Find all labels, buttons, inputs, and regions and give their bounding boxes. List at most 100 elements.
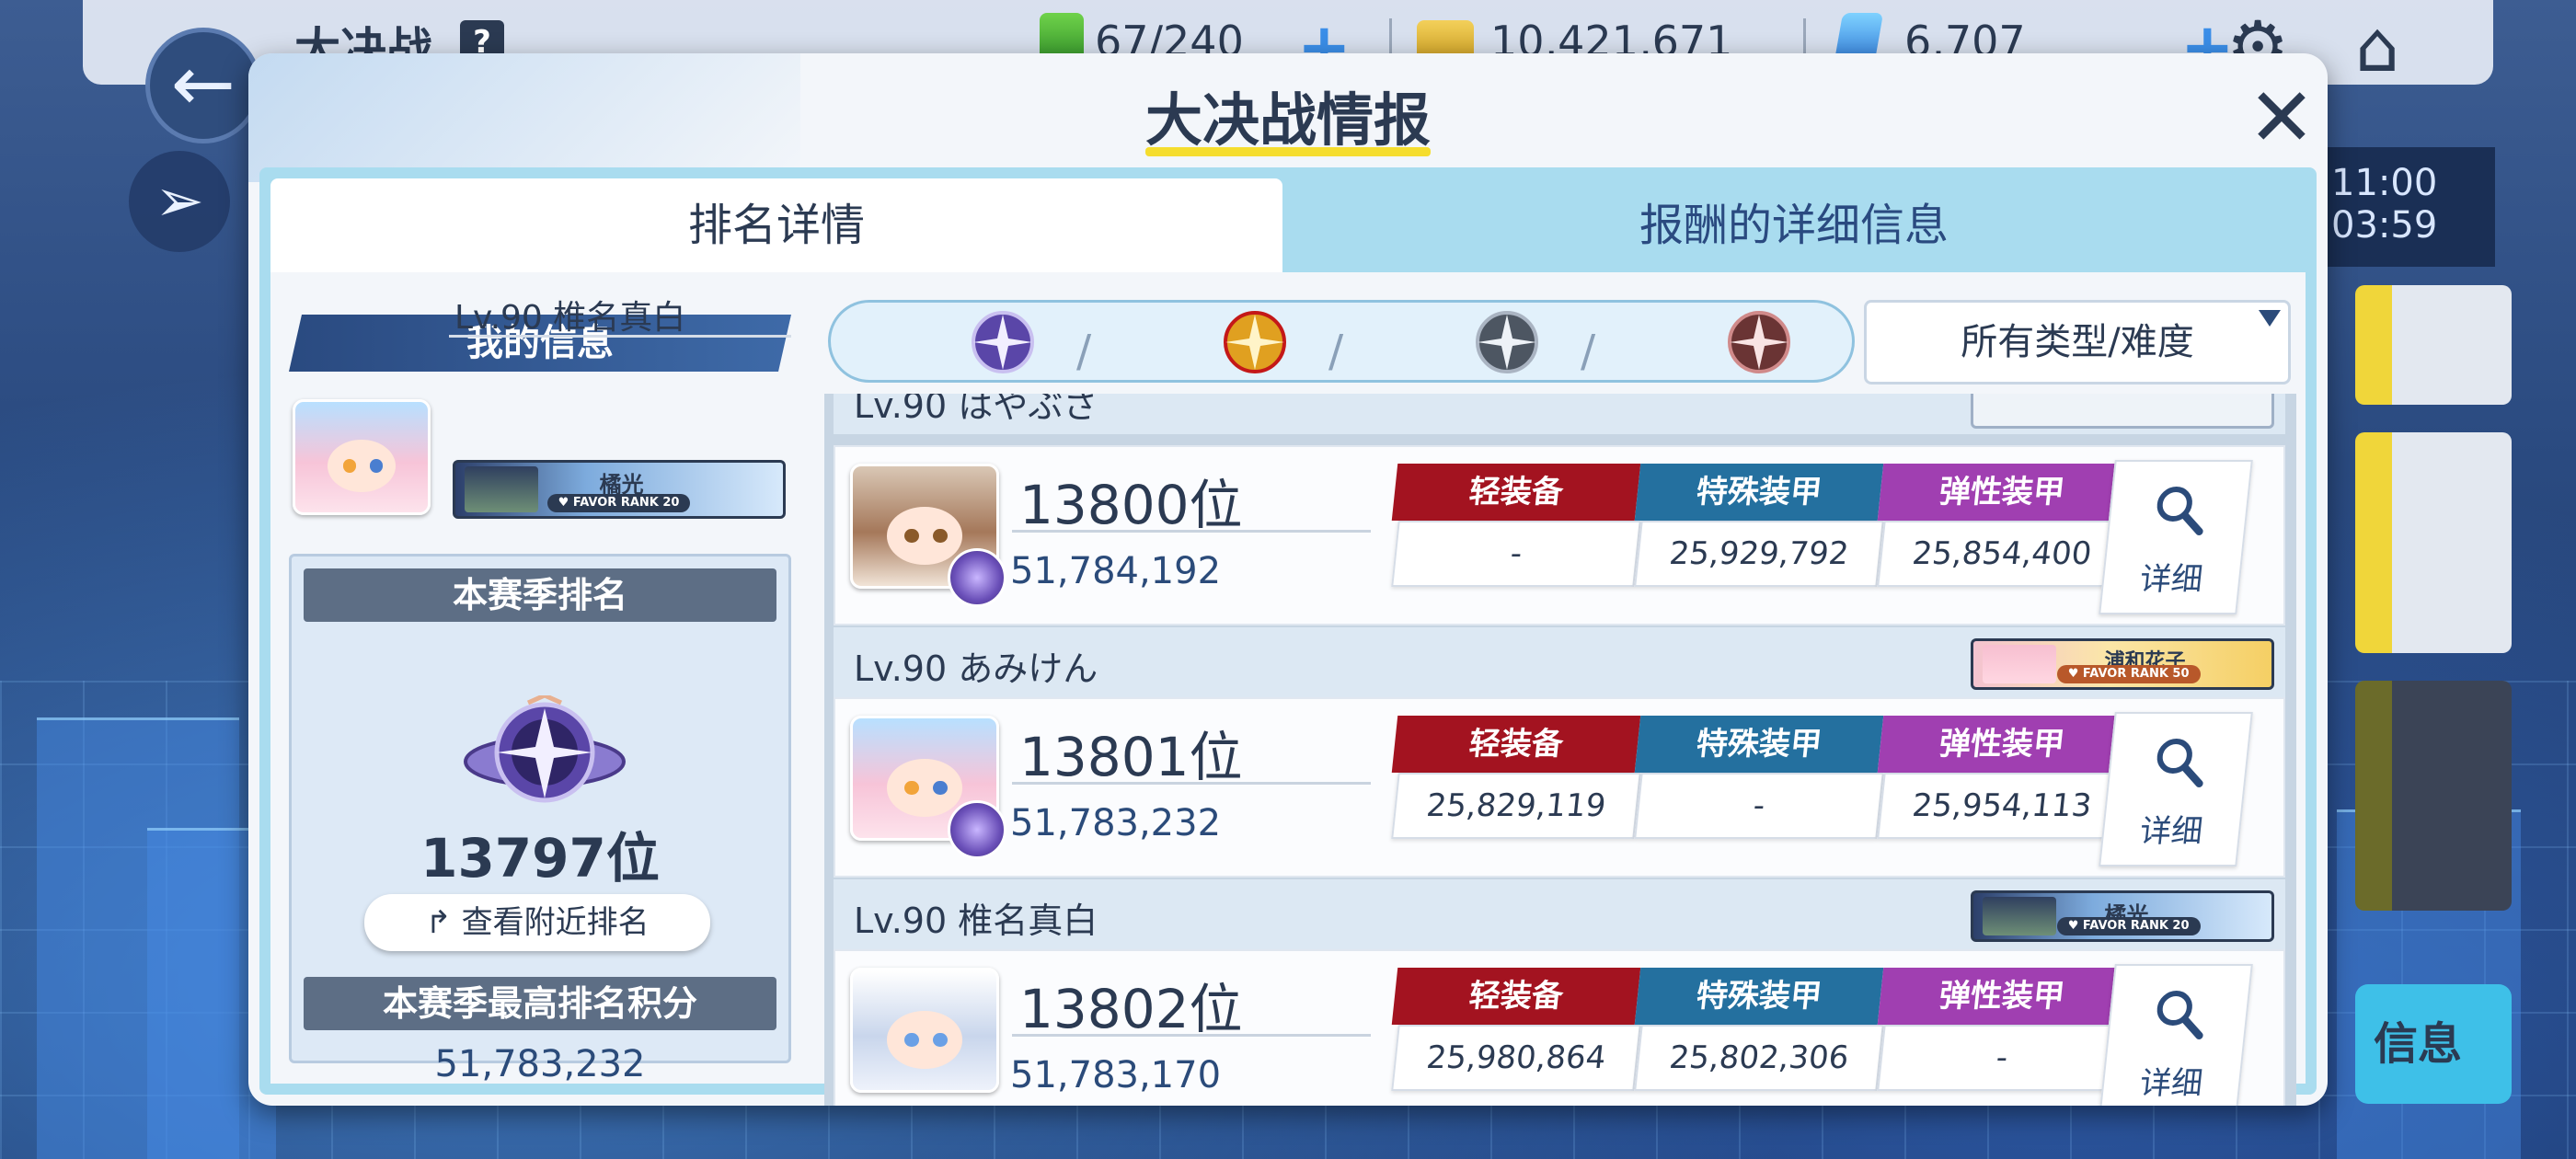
silver-tier-filter[interactable] [1463,307,1551,377]
special-armor-score: 25,802,306 [1634,1025,1884,1091]
background-info-label: 信息 [2374,1018,2463,1070]
player-level-name: Lv.90 あみけん [854,648,1098,689]
my-avatar [293,399,431,515]
avatar-eye [369,459,384,473]
support-student-portrait [1983,897,2056,935]
home-icon[interactable]: ⌂ [2355,6,2399,87]
avatar-eye [933,1032,948,1048]
elastic-armor-column: 弹性装甲 - [1877,968,2127,1091]
support-student-card: 浦和花子 ♥ FAVOR RANK 50 [1971,638,2274,690]
player-name-strip: Lv.90 はやぶさ [834,394,2285,434]
light-armor-score: 25,980,864 [1391,1025,1641,1091]
elastic-armor-column: 弹性装甲 25,954,113 [1877,716,2127,839]
elastic-armor-label: 弹性装甲 [1877,716,2127,773]
gold-tier-filter[interactable] [1211,307,1299,377]
total-score: 51,783,232 [1010,802,1222,844]
avatar-eye [904,1032,919,1048]
light-armor-column: 轻装备 25,829,119 [1391,716,1641,839]
background-info-button[interactable]: 信息 [2355,984,2512,1104]
total-score: 51,784,192 [1010,550,1222,592]
raid-info-modal: 大决战情报 ✕ 排名详情 报酬的详细信息 我的信息 Lv.90 椎名真白 橘光 … [248,53,2328,1106]
special-armor-score: - [1634,773,1884,839]
avatar-face [887,507,962,565]
close-button[interactable]: ✕ [2236,72,2328,164]
filter-separator: / [1581,326,1596,377]
platinum-badge-icon [948,548,1006,607]
support-student-portrait [1983,645,2056,683]
support-student-portrait [465,466,538,512]
filter-separator: / [1328,326,1344,377]
avatar-eye [933,528,948,544]
player-name-strip: Lv.90 あみけん 浦和花子 ♥ FAVOR RANK 50 [834,627,2285,697]
light-armor-label: 轻装备 [1391,716,1641,773]
bronze-tier-filter[interactable] [1715,307,1803,377]
tab-ranking-details[interactable]: 排名详情 [270,178,1282,272]
support-student-card [1971,394,2274,429]
player-avatar [850,968,999,1093]
ranking-list[interactable]: Lv.90 はやぶさ 13800位 51,784,192 轻装备 - 特殊装甲 … [824,394,2296,1106]
detail-label: 详细 [2138,813,2205,850]
total-score: 51,783,170 [1010,1054,1222,1096]
paper-plane-icon: ➢ [155,167,204,235]
divider [1012,1034,1371,1037]
avatar-eye [933,780,948,796]
type-difficulty-dropdown[interactable]: 所有类型/难度 [1864,300,2291,384]
platinum-tier-filter[interactable] [959,307,1047,377]
elastic-armor-score: - [1877,1025,2127,1091]
elastic-armor-column: 弹性装甲 25,854,400 [1877,464,2127,587]
share-arrow-icon: ↱ [425,904,462,941]
avatar-face [887,1011,962,1069]
platinum-emblem-icon [464,695,626,803]
player-level-name: Lv.90 はやぶさ [854,394,1098,426]
rank-number: 13800位 [1019,474,1243,536]
favor-rank-badge: ♥ FAVOR RANK 50 [2056,665,2201,683]
favor-rank-badge: ♥ FAVOR RANK 20 [2056,917,2201,935]
ranking-entry: 13801位 51,783,232 轻装备 25,829,119 特殊装甲 - … [834,697,2285,878]
avatar-face [887,759,962,817]
rank-number: 13801位 [1019,726,1243,788]
view-nearby-rank-button[interactable]: ↱ 查看附近排名 [364,894,710,951]
tab-reward-details[interactable]: 报酬的详细信息 [1282,178,2306,272]
divider [1012,530,1371,533]
detail-button[interactable]: 详细 [2099,712,2253,866]
light-armor-score: 25,829,119 [1391,773,1641,839]
light-armor-label: 轻装备 [1391,968,1641,1025]
share-button[interactable]: ➢ [129,151,230,252]
arrow-left-icon: ← [170,39,236,129]
dropdown-label: 所有类型/难度 [1961,321,2194,363]
light-armor-column: 轻装备 25,980,864 [1391,968,1641,1091]
title-underline [1145,147,1431,156]
timer-panel: 11:00 03:59 [2318,147,2495,267]
timer-line-1: 11:00 [2331,162,2438,204]
favor-rank-badge: ♥ FAVOR RANK 20 [546,494,691,512]
side-card-dark[interactable] [2355,681,2512,911]
platinum-badge-icon [948,800,1006,859]
light-armor-label: 轻装备 [1391,464,1641,521]
light-armor-score: - [1391,521,1641,587]
avatar-eye [342,459,357,473]
side-card-yellow[interactable] [2355,285,2512,405]
detail-button[interactable]: 详细 [2099,964,2253,1106]
magnifier-icon [2156,991,2203,1039]
my-season-rank: 13797位 [420,827,660,889]
detail-label: 详细 [2138,561,2205,598]
special-armor-column: 特殊装甲 - [1634,716,1884,839]
special-armor-label: 特殊装甲 [1634,464,1884,521]
my-level-name: Lv.90 椎名真白 [454,299,686,337]
side-card-yellow[interactable] [2355,432,2512,653]
special-armor-label: 特殊装甲 [1634,716,1884,773]
special-armor-score: 25,929,792 [1634,521,1884,587]
ranking-entry: 13800位 51,784,192 轻装备 - 特殊装甲 25,929,792 … [834,445,2285,625]
season-rank-header: 本赛季排名 [304,568,776,622]
avatar-eye [904,528,919,544]
player-level-name: Lv.90 椎名真白 [854,901,1098,941]
modal-title: 大决战情报 [1144,86,1431,154]
view-nearby-rank-label: 查看附近排名 [461,904,650,941]
detail-button[interactable]: 详细 [2099,460,2253,614]
back-button[interactable]: ← [145,28,261,143]
special-armor-column: 特殊装甲 25,802,306 [1634,968,1884,1091]
dropdown-corner-icon [2259,310,2281,327]
best-score-value: 51,783,232 [434,1043,646,1085]
magnifier-icon [2156,487,2203,535]
divider [1012,782,1371,785]
